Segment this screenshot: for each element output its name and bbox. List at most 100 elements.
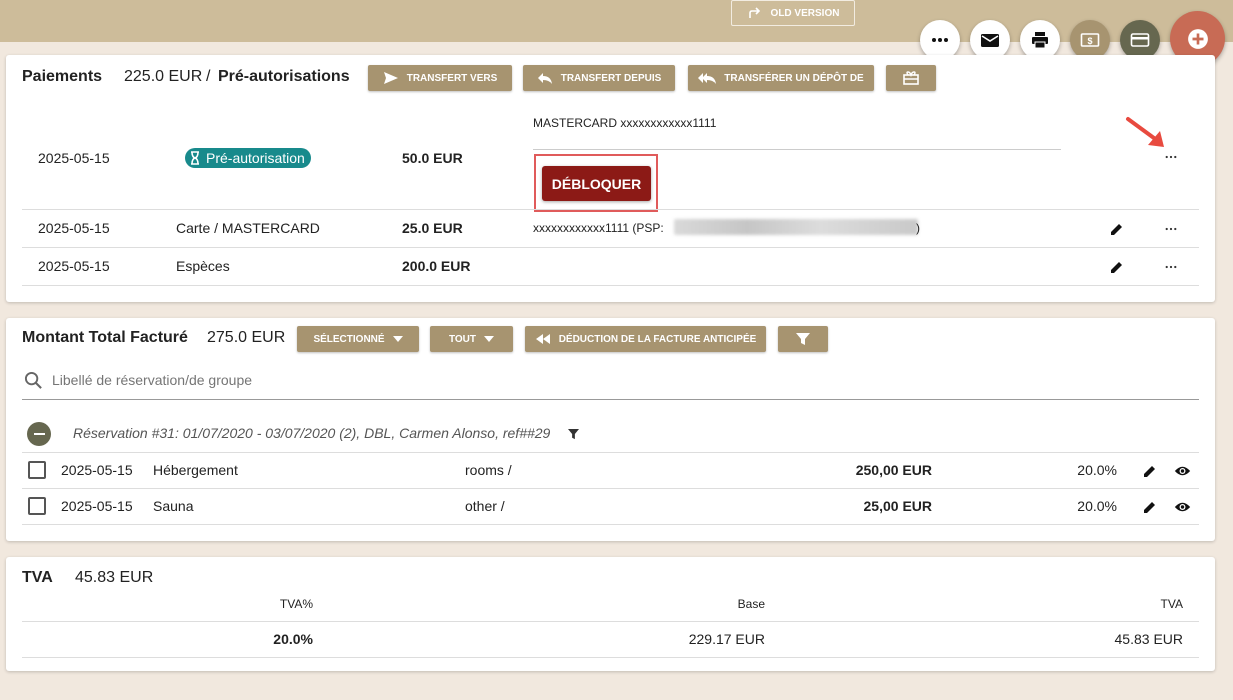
search-icon [22, 369, 44, 391]
redacted-psp [674, 219, 918, 235]
more-icon [932, 38, 948, 42]
reply-icon [537, 73, 552, 84]
tva-base-value: 229.17 EUR [688, 631, 765, 647]
filter-icon[interactable] [566, 427, 580, 441]
credit-card-icon [1130, 33, 1150, 47]
unblock-button[interactable]: DÉBLOQUER [542, 166, 651, 201]
tva-amount: 45.83 EUR [75, 569, 154, 586]
all-label: TOUT [448, 333, 477, 345]
preauth-title: Pré-autorisations [218, 68, 350, 85]
eye-icon[interactable] [1172, 462, 1192, 480]
row-divider [22, 209, 1199, 210]
selected-label: SÉLECTIONNÉ [313, 333, 385, 345]
edit-icon[interactable] [1108, 220, 1126, 238]
edit-icon[interactable] [1141, 462, 1159, 480]
item-tax: 20.0% [1077, 498, 1117, 514]
payment-amount: 200.0 EUR [402, 258, 471, 274]
edit-icon[interactable] [1141, 498, 1159, 516]
search-input[interactable] [52, 368, 852, 392]
item-date: 2025-05-15 [61, 498, 133, 514]
tva-rate-header: TVA% [279, 597, 313, 611]
all-dropdown[interactable]: TOUT [430, 326, 513, 352]
billing-title: Montant Total Facturé [22, 329, 188, 346]
preauth-badge: Pré-autorisation [185, 148, 311, 168]
card-psp-prefix: xxxxxxxxxxxx1111 (PSP: [533, 221, 664, 235]
selected-dropdown[interactable]: SÉLECTIONNÉ [297, 326, 419, 352]
item-checkbox[interactable] [28, 497, 46, 515]
payments-amount: 225.0 EUR [124, 68, 203, 85]
reply-all-icon [698, 73, 717, 84]
rewind-icon [535, 334, 550, 344]
printer-icon [1032, 32, 1048, 49]
caret-down-icon [484, 336, 495, 342]
transfer-from-button[interactable]: TRANSFERT DEPUIS [523, 65, 675, 91]
billing-amount: 275.0 EUR [207, 329, 286, 346]
transfer-deposit-button[interactable]: TRANSFÉRER UN DÉPÔT DE [688, 65, 874, 91]
card-button[interactable] [1120, 20, 1160, 60]
payments-title: Paiements [22, 68, 103, 85]
collapse-button[interactable] [27, 422, 51, 446]
payment-amount: 50.0 EUR [402, 150, 463, 166]
row-more-icon[interactable] [1161, 149, 1181, 165]
row-more-icon[interactable] [1161, 221, 1181, 237]
highlight-box: DÉBLOQUER [534, 154, 658, 212]
tva-base-header: Base [737, 597, 765, 611]
minus-icon [33, 433, 45, 435]
tva-value-header: TVA [1160, 597, 1183, 611]
filter-button[interactable] [778, 326, 828, 352]
card-psp-suffix: ) [916, 221, 920, 235]
gift-card-button[interactable] [886, 65, 936, 91]
more-actions-button[interactable] [920, 20, 960, 60]
item-checkbox[interactable] [28, 461, 46, 479]
billing-card: Montant Total Facturé 275.0 EUR SÉLECTIO… [6, 318, 1215, 541]
payments-card: Paiements 225.0 EUR / Pré-autorisations … [6, 55, 1215, 302]
svg-text:$: $ [1087, 36, 1092, 46]
payment-amount: 25.0 EUR [402, 220, 463, 236]
card-number: MASTERCARD xxxxxxxxxxxx1111 [533, 116, 717, 130]
item-name: Sauna [153, 498, 194, 514]
payment-date: 2025-05-15 [38, 150, 110, 166]
transfer-from-label: TRANSFERT DEPUIS [560, 72, 662, 84]
payments-separator: / [206, 68, 211, 85]
old-version-button[interactable]: OLD VERSION [731, 0, 855, 26]
transfer-to-label: TRANSFERT VERS [406, 72, 498, 84]
tva-value: 45.83 EUR [1114, 631, 1183, 647]
send-icon [383, 72, 398, 84]
row-divider [22, 285, 1199, 286]
item-name: Hébergement [153, 462, 238, 478]
preauth-label: Pré-autorisation [206, 150, 305, 166]
item-date: 2025-05-15 [61, 462, 133, 478]
row-divider [22, 488, 1199, 489]
transfer-to-button[interactable]: TRANSFERT VERS [368, 65, 512, 91]
item-category: rooms / [465, 462, 512, 478]
item-category: other / [465, 498, 505, 514]
divider [533, 149, 1061, 150]
row-more-icon[interactable] [1161, 259, 1181, 275]
tva-card: TVA 45.83 EUR TVA% Base TVA 20.0% 229.17… [6, 557, 1215, 671]
row-divider [22, 452, 1199, 453]
email-button[interactable] [970, 20, 1010, 60]
plus-icon [1187, 28, 1208, 49]
hourglass-icon [191, 151, 199, 165]
transfer-deposit-label: TRANSFÉRER UN DÉPÔT DE [724, 72, 864, 84]
row-divider [22, 524, 1199, 525]
invoice-button[interactable]: $ [1070, 20, 1110, 60]
row-divider [22, 621, 1199, 622]
gift-icon [903, 71, 919, 85]
item-amount: 25,00 EUR [863, 498, 932, 514]
deduction-button[interactable]: DÉDUCTION DE LA FACTURE ANTICIPÉE [525, 326, 766, 352]
envelope-icon [981, 34, 999, 47]
row-divider [22, 657, 1199, 658]
payment-date: 2025-05-15 [38, 258, 110, 274]
payment-type: Espèces [176, 258, 230, 274]
eye-icon[interactable] [1172, 498, 1192, 516]
edit-icon[interactable] [1108, 258, 1126, 276]
reservation-label: Réservation #31: 01/07/2020 - 03/07/2020… [73, 425, 551, 441]
row-divider [22, 247, 1199, 248]
item-amount: 250,00 EUR [855, 462, 932, 478]
payment-type: Carte / MASTERCARD [176, 220, 320, 236]
filter-icon [796, 333, 810, 345]
print-button[interactable] [1020, 20, 1060, 60]
dollar-icon: $ [1080, 33, 1100, 47]
item-tax: 20.0% [1077, 462, 1117, 478]
